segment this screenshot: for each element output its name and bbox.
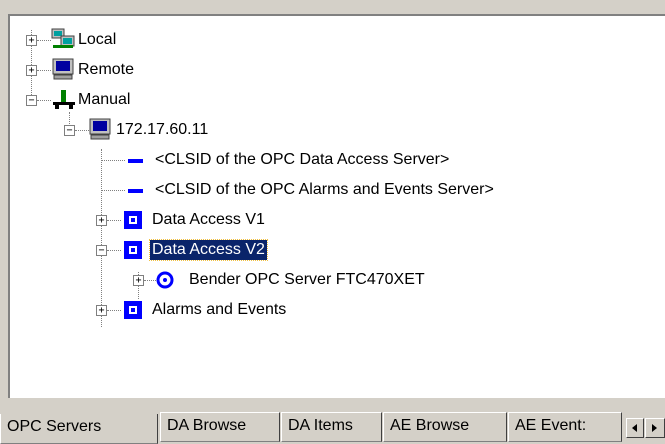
tree-line — [101, 149, 102, 327]
tree-label-local: Local — [78, 31, 117, 48]
tree-label-alarms: Alarms and Events — [152, 301, 287, 318]
network-connection-icon — [53, 90, 75, 109]
expand-toggle[interactable]: + — [96, 215, 107, 226]
tree-label-da-v1: Data Access V1 — [152, 211, 265, 228]
tree-label-manual: Manual — [78, 91, 131, 108]
expand-toggle[interactable]: + — [26, 65, 37, 76]
tree-label-remote: Remote — [78, 61, 135, 78]
arrow-right-icon — [652, 424, 657, 432]
expand-toggle[interactable]: + — [26, 35, 37, 46]
tree-line — [75, 130, 89, 131]
collapse-toggle[interactable]: − — [64, 125, 75, 136]
dash-icon — [128, 159, 143, 163]
tab-da-browse[interactable]: DA Browse — [160, 412, 280, 442]
tab-ae-events[interactable]: AE Event: — [508, 412, 622, 442]
tree-line — [37, 70, 51, 71]
tab-ae-browse[interactable]: AE Browse — [383, 412, 507, 442]
collapse-toggle[interactable]: − — [96, 245, 107, 256]
tree-line — [107, 250, 121, 251]
arrow-left-icon — [632, 424, 637, 432]
tree-line — [107, 220, 121, 221]
tree-label-clsid-da: <CLSID of the OPC Data Access Server> — [155, 151, 450, 168]
opc-server-tree[interactable]: + Local + Remote − Manual − 172.17.60.11… — [8, 14, 665, 399]
blue-square-icon — [124, 301, 142, 319]
expand-toggle[interactable]: + — [133, 275, 144, 286]
target-icon — [156, 271, 174, 289]
monitor-icon — [52, 58, 74, 80]
tab-opc-servers[interactable]: OPC Servers — [0, 414, 158, 444]
blue-square-icon — [124, 211, 142, 229]
tree-line — [37, 40, 51, 41]
tree-line — [107, 310, 121, 311]
tree-label-da-v2: Data Access V2 — [149, 239, 268, 261]
tree-line — [37, 100, 51, 101]
tree-label-clsid-ae: <CLSID of the OPC Alarms and Events Serv… — [155, 181, 494, 198]
tab-scroll-right-button[interactable] — [645, 418, 665, 438]
tab-scroll-left-button[interactable] — [626, 418, 644, 438]
monitor-icon — [89, 118, 111, 140]
network-computer-icon — [51, 28, 75, 48]
tree-label-bender: Bender OPC Server FTC470XET — [189, 271, 425, 288]
blue-square-icon — [124, 241, 142, 259]
tree-label-host: 172.17.60.11 — [116, 121, 209, 138]
dash-icon — [128, 189, 143, 193]
collapse-toggle[interactable]: − — [26, 95, 37, 106]
tab-da-items[interactable]: DA Items — [281, 412, 382, 442]
expand-toggle[interactable]: + — [96, 305, 107, 316]
tree-line — [101, 160, 125, 161]
tree-line — [101, 190, 125, 191]
tab-strip: OPC Servers DA Browse DA Items AE Browse… — [0, 398, 665, 444]
